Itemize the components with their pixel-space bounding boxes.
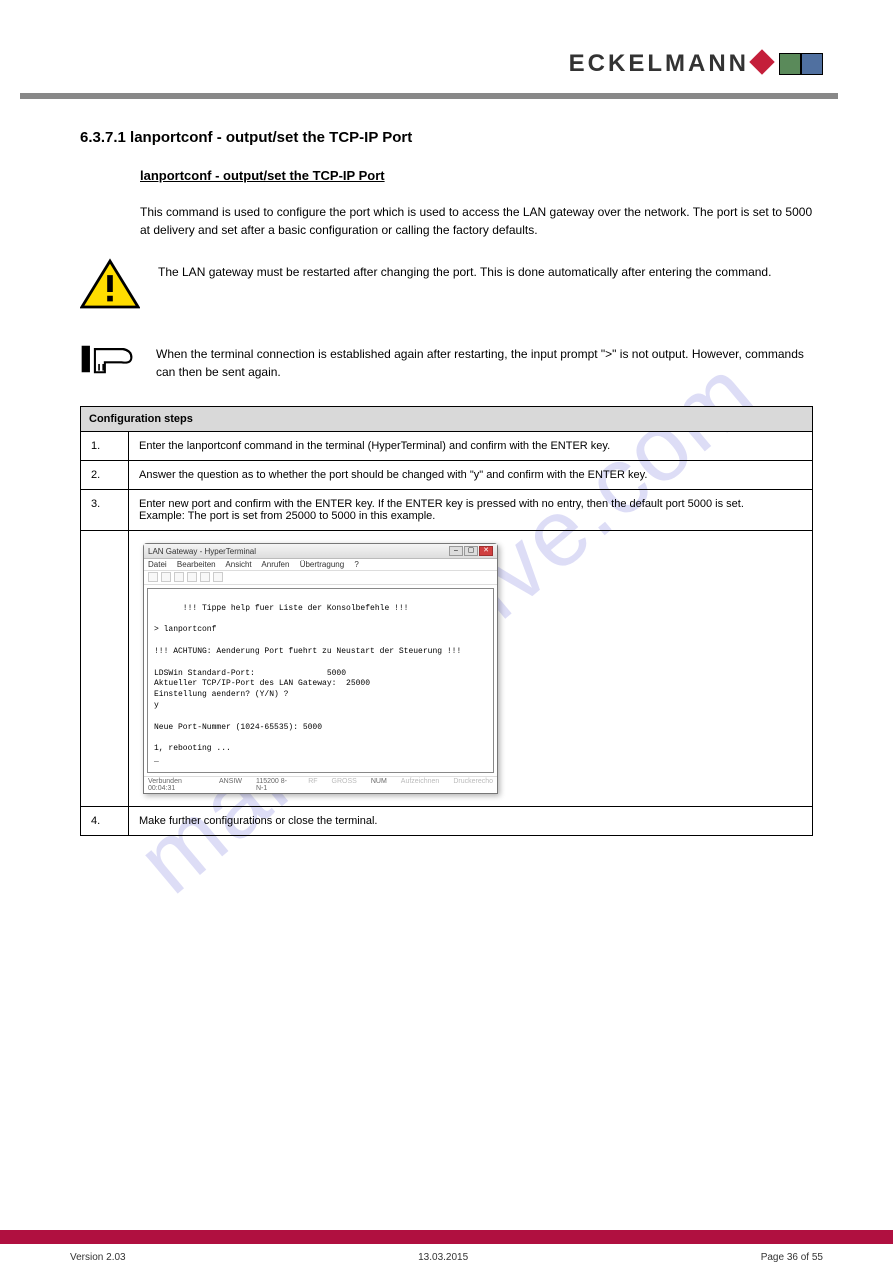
step-number xyxy=(81,531,129,807)
table-row: 3. Enter new port and confirm with the E… xyxy=(81,490,813,531)
section-subhead-link: lanportconf - output/set the TCP-IP Port xyxy=(140,168,813,183)
table-row: 2. Answer the question as to whether the… xyxy=(81,461,813,490)
terminal-menu: Datei Bearbeiten Ansicht Anrufen Übertra… xyxy=(144,559,497,571)
menu-item[interactable]: Datei xyxy=(148,560,167,569)
warning-icon xyxy=(80,257,140,317)
minimize-button[interactable]: – xyxy=(449,546,463,556)
pointing-hand-icon xyxy=(80,339,138,384)
terminal-body[interactable]: !!! Tippe help fuer Liste der Konsolbefe… xyxy=(147,588,494,773)
footer-page: Page 36 of 55 xyxy=(761,1252,823,1263)
menu-item[interactable]: Bearbeiten xyxy=(177,560,216,569)
terminal-toolbar xyxy=(144,571,497,585)
tool-icon[interactable] xyxy=(187,572,197,582)
table-row: 1. Enter the lanportconf command in the … xyxy=(81,432,813,461)
terminal-window: LAN Gateway - HyperTerminal – ▢ ✕ Datei xyxy=(143,543,498,794)
note-text: When the terminal connection is establis… xyxy=(156,339,813,381)
status-item: ANSIW xyxy=(219,778,242,792)
window-buttons: – ▢ ✕ xyxy=(449,546,493,556)
page-header: ECKELMANN xyxy=(0,0,893,93)
step-number: 4. xyxy=(81,807,129,836)
table-row: LAN Gateway - HyperTerminal – ▢ ✕ Datei xyxy=(81,531,813,807)
tool-icon[interactable] xyxy=(174,572,184,582)
logo-square-red xyxy=(749,49,774,74)
warning-block: The LAN gateway must be restarted after … xyxy=(80,257,813,317)
table-row: 4. Make further configurations or close … xyxy=(81,807,813,836)
status-item: Aufzeichnen xyxy=(401,778,440,792)
note-block: When the terminal connection is establis… xyxy=(80,339,813,384)
step-text: Make further configurations or close the… xyxy=(129,807,813,836)
step-number: 1. xyxy=(81,432,129,461)
menu-item[interactable]: ? xyxy=(354,560,358,569)
warning-text: The LAN gateway must be restarted after … xyxy=(158,257,771,281)
maximize-button[interactable]: ▢ xyxy=(464,546,478,556)
status-item: GROSS xyxy=(332,778,357,792)
intro-paragraph: This command is used to configure the po… xyxy=(140,203,813,239)
status-item: 115200 8-N-1 xyxy=(256,778,294,792)
step-number: 2. xyxy=(81,461,129,490)
step-text: Enter new port and confirm with the ENTE… xyxy=(129,490,813,531)
menu-item[interactable]: Übertragung xyxy=(300,560,344,569)
footer-bar xyxy=(0,1230,893,1244)
content-area: 6.3.7.1 lanportconf - output/set the TCP… xyxy=(0,99,893,856)
status-item: Druckerecho xyxy=(453,778,493,792)
tool-icon[interactable] xyxy=(213,572,223,582)
table-header: Configuration steps xyxy=(81,407,813,432)
section-heading: 6.3.7.1 lanportconf - output/set the TCP… xyxy=(80,129,813,146)
footer: Version 2.03 13.03.2015 Page 36 of 55 xyxy=(0,1244,893,1263)
logo-square-green xyxy=(779,53,801,75)
tool-icon[interactable] xyxy=(148,572,158,582)
terminal-cell: LAN Gateway - HyperTerminal – ▢ ✕ Datei xyxy=(129,531,813,807)
status-item: NUM xyxy=(371,778,387,792)
footer-date: 13.03.2015 xyxy=(418,1252,468,1263)
terminal-title: LAN Gateway - HyperTerminal xyxy=(148,547,256,556)
terminal-statusbar: Verbunden 00:04:31 ANSIW 115200 8-N-1 RF… xyxy=(144,776,497,793)
logo: ECKELMANN xyxy=(569,50,823,78)
menu-item[interactable]: Ansicht xyxy=(225,560,251,569)
menu-item[interactable]: Anrufen xyxy=(261,560,289,569)
tool-icon[interactable] xyxy=(200,572,210,582)
status-item: RF xyxy=(308,778,317,792)
footer-version: Version 2.03 xyxy=(70,1252,126,1263)
status-item: Verbunden 00:04:31 xyxy=(148,778,205,792)
logo-squares xyxy=(757,53,823,75)
step-number: 3. xyxy=(81,490,129,531)
close-button[interactable]: ✕ xyxy=(479,546,493,556)
step-text: Enter the lanportconf command in the ter… xyxy=(129,432,813,461)
tool-icon[interactable] xyxy=(161,572,171,582)
logo-square-blue xyxy=(801,53,823,75)
step-text: Answer the question as to whether the po… xyxy=(129,461,813,490)
logo-text: ECKELMANN xyxy=(569,50,749,78)
terminal-titlebar: LAN Gateway - HyperTerminal – ▢ ✕ xyxy=(144,544,497,559)
config-steps-table: Configuration steps 1. Enter the lanport… xyxy=(80,406,813,836)
